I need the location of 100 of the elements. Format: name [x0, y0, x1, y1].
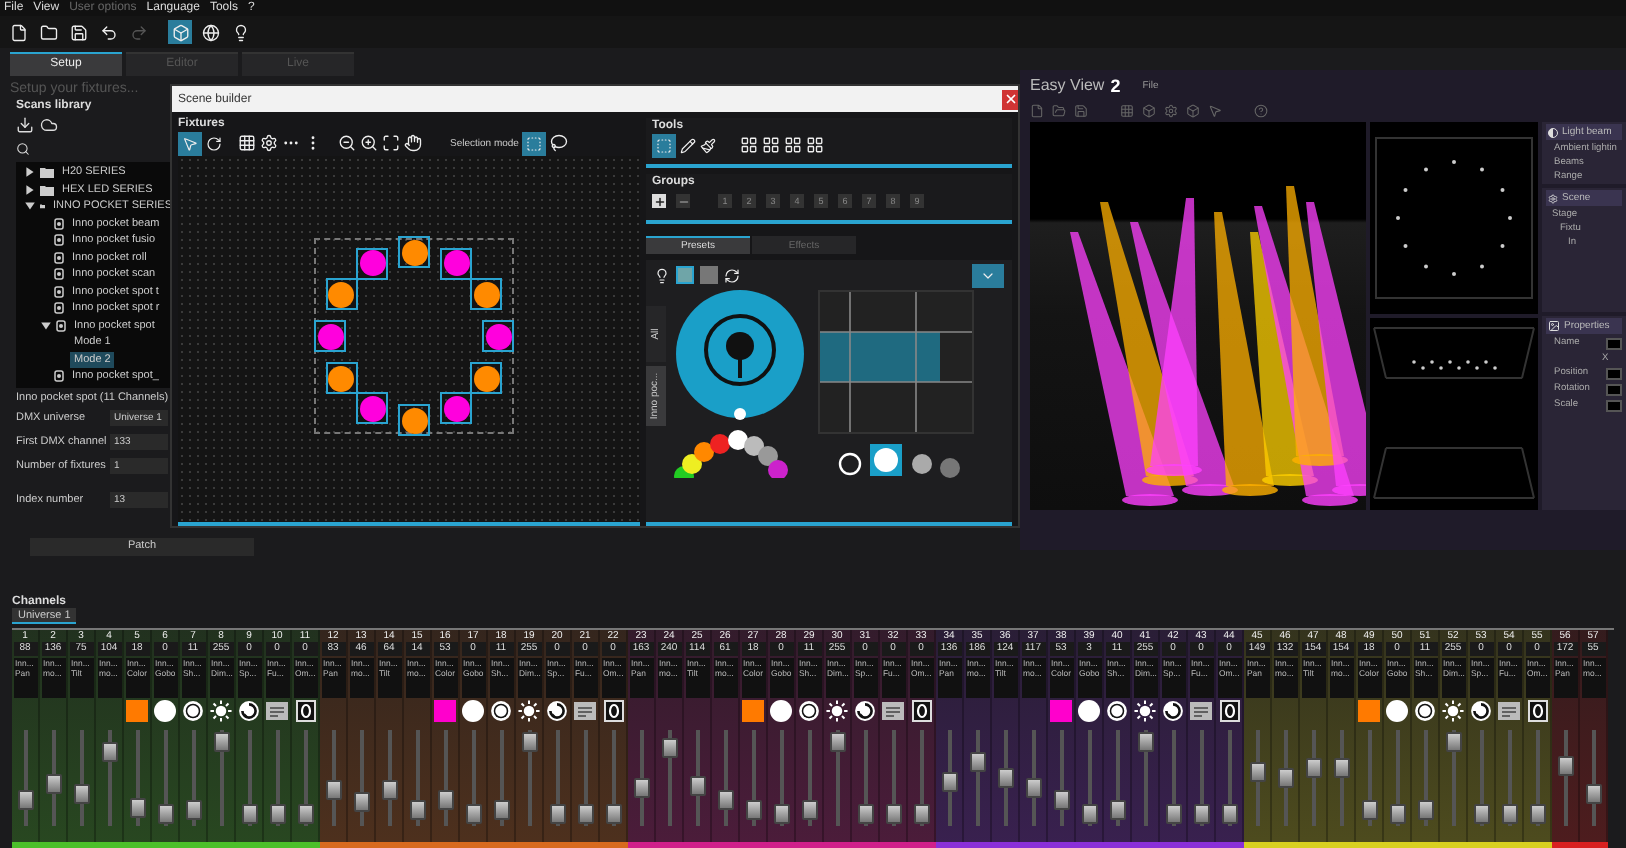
fixture-canvas[interactable]: [178, 156, 640, 522]
grid-layout-icon[interactable]: [806, 136, 824, 154]
gobo-icon[interactable]: [1386, 700, 1408, 722]
pencil-icon[interactable]: [680, 137, 696, 153]
fader-thumb[interactable]: [717, 790, 733, 811]
fader-thumb[interactable]: [1557, 756, 1573, 777]
fader-thumb[interactable]: [857, 803, 873, 824]
fader-thumb[interactable]: [1249, 761, 1265, 782]
fader-thumb[interactable]: [1277, 768, 1293, 788]
fixture-marker[interactable]: [470, 278, 503, 310]
fader-thumb[interactable]: [801, 800, 817, 821]
fader-thumb[interactable]: [689, 775, 705, 796]
redo-icon[interactable]: [129, 23, 147, 41]
fader-thumb[interactable]: [1585, 784, 1601, 805]
globe-icon[interactable]: [201, 23, 219, 41]
fader-thumb[interactable]: [1501, 803, 1517, 824]
fader-thumb[interactable]: [1361, 800, 1377, 821]
fader-thumb[interactable]: [773, 803, 789, 824]
fader-thumb[interactable]: [1333, 758, 1349, 779]
stage-3d-view-drawing[interactable]: [1030, 122, 1366, 510]
fader-thumb[interactable]: [269, 803, 285, 824]
fader-thumb[interactable]: [45, 774, 61, 795]
fixture-marker[interactable]: [398, 404, 430, 436]
fader-thumb[interactable]: [1473, 803, 1489, 824]
fader-thumb[interactable]: [549, 803, 565, 824]
fader-thumb[interactable]: [1025, 777, 1041, 798]
shutter-icon[interactable]: [182, 700, 204, 722]
zoom-in-icon[interactable]: [360, 134, 378, 152]
fader-thumb[interactable]: [913, 803, 929, 824]
download-icon[interactable]: [16, 116, 34, 134]
fader-thumb[interactable]: [465, 803, 481, 824]
fader-thumb[interactable]: [297, 803, 313, 824]
fader-thumb[interactable]: [1529, 803, 1545, 824]
reset-icon[interactable]: [1219, 700, 1239, 722]
sun-icon[interactable]: [1134, 700, 1156, 722]
fixture-marker[interactable]: [325, 278, 358, 310]
gobo-icon[interactable]: [1078, 700, 1100, 722]
sun-icon[interactable]: [826, 700, 848, 722]
lasso-icon[interactable]: [550, 134, 569, 152]
fader-thumb[interactable]: [577, 803, 593, 824]
grid-layout-icon[interactable]: [762, 136, 780, 154]
search-icon[interactable]: [16, 142, 30, 156]
color-swatch[interactable]: [126, 700, 148, 722]
fader-thumb[interactable]: [745, 800, 761, 821]
color-square-icon[interactable]: [676, 266, 694, 284]
color-swatch[interactable]: [1050, 700, 1072, 722]
hand-icon[interactable]: [404, 134, 422, 152]
fader-thumb[interactable]: [661, 737, 677, 758]
fixture-marker[interactable]: [482, 320, 514, 352]
fader-thumb[interactable]: [1221, 803, 1237, 824]
fader-thumb[interactable]: [1193, 803, 1209, 824]
fader-thumb[interactable]: [1109, 800, 1125, 821]
refresh-icon[interactable]: [724, 267, 740, 283]
color-swatch[interactable]: [742, 700, 764, 722]
gobo-icon[interactable]: [154, 700, 176, 722]
name-field[interactable]: [1606, 338, 1622, 350]
fader-thumb[interactable]: [241, 803, 257, 824]
reset-icon[interactable]: [295, 700, 315, 722]
grid-layout-icon[interactable]: [784, 136, 802, 154]
fader-thumb[interactable]: [1305, 758, 1321, 779]
fixture-marker[interactable]: [356, 392, 388, 425]
fader-thumb[interactable]: [1137, 732, 1153, 753]
pan-tilt-pad[interactable]: [818, 290, 974, 434]
open-folder-icon[interactable]: [1052, 104, 1066, 118]
fader-thumb[interactable]: [521, 732, 537, 753]
caret-icon[interactable]: [40, 319, 52, 332]
cloud-icon[interactable]: [40, 116, 58, 134]
fader-thumb[interactable]: [493, 800, 509, 821]
bulb-icon[interactable]: [231, 23, 249, 41]
gobo-icon[interactable]: [462, 700, 484, 722]
fader-thumb[interactable]: [633, 777, 649, 798]
rotation-icon[interactable]: [546, 700, 568, 722]
fader-thumb[interactable]: [101, 741, 117, 762]
fixture-marker[interactable]: [440, 392, 472, 425]
shutter-icon[interactable]: [490, 700, 512, 722]
brush-icon[interactable]: [700, 137, 716, 153]
fader-thumb[interactable]: [129, 798, 145, 819]
color-swatch[interactable]: [1358, 700, 1380, 722]
fader-thumb[interactable]: [325, 779, 341, 800]
fader-thumb[interactable]: [73, 784, 89, 805]
fixture-marker[interactable]: [356, 247, 388, 280]
reset-icon[interactable]: [603, 700, 623, 722]
fader-thumb[interactable]: [1389, 803, 1405, 824]
fader-thumb[interactable]: [437, 790, 453, 811]
fader-thumb[interactable]: [1417, 800, 1433, 821]
fixture-marker[interactable]: [398, 236, 430, 268]
fader-thumb[interactable]: [1053, 790, 1069, 811]
fader-thumb[interactable]: [353, 792, 369, 813]
reset-icon[interactable]: [911, 700, 931, 722]
fader-thumb[interactable]: [969, 752, 985, 773]
fader-thumb[interactable]: [213, 732, 229, 753]
fader-thumb[interactable]: [1165, 803, 1181, 824]
sun-icon[interactable]: [1442, 700, 1464, 722]
fader-thumb[interactable]: [1081, 803, 1097, 824]
fader-thumb[interactable]: [605, 803, 621, 824]
zoom-out-icon[interactable]: [338, 134, 356, 152]
shutter-icon[interactable]: [1106, 700, 1128, 722]
fixture-marker[interactable]: [314, 320, 346, 352]
color-wheel-drawing[interactable]: [672, 426, 792, 478]
fader-thumb[interactable]: [381, 779, 397, 800]
